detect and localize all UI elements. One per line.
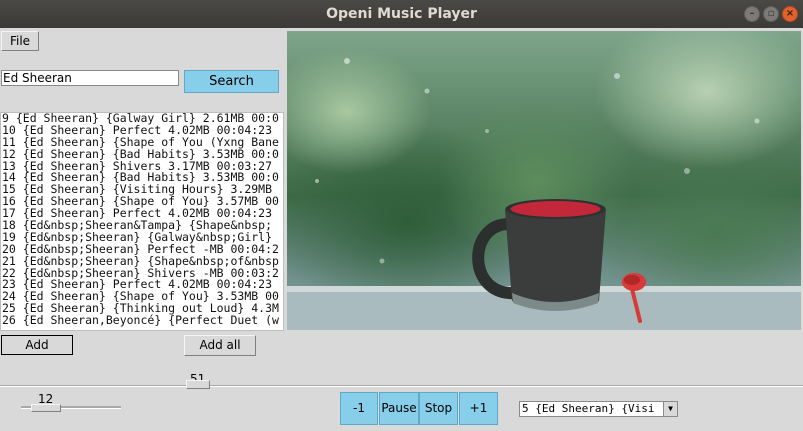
progress-slider-handle[interactable] [186,380,210,389]
add-button[interactable]: Add [1,335,73,355]
search-input[interactable]: Ed Sheeran [1,70,179,86]
file-menu-button[interactable]: File [1,31,39,51]
search-button[interactable]: Search [184,70,279,93]
volume-slider-handle[interactable] [31,404,61,412]
rainy-cup-illustration [287,58,801,330]
close-icon[interactable]: × [782,6,798,22]
minimize-icon[interactable]: – [744,6,760,22]
window-controls: – ▫ × [744,6,798,22]
now-playing-select[interactable]: 5 {Ed Sheeran} {Visi ▼ [519,401,678,417]
maximize-icon[interactable]: ▫ [763,6,779,22]
chevron-down-icon[interactable]: ▼ [663,402,677,416]
window-title: Openi Music Player [326,6,477,22]
add-all-button[interactable]: Add all [184,335,256,356]
previous-button[interactable]: -1 [340,392,378,425]
now-playing-value: 5 {Ed Sheeran} {Visi [522,402,655,415]
next-button[interactable]: +1 [459,392,498,425]
playlist-listbox[interactable]: 9 {Ed Sheeran} {Galway Girl} 2.61MB 00:0… [0,112,284,331]
album-art-image [287,31,801,330]
title-bar: Openi Music Player – ▫ × [0,0,803,28]
stop-button[interactable]: Stop [419,392,458,425]
pause-button[interactable]: Pause [379,392,419,425]
list-item[interactable]: 26 {Ed Sheeran,Beyoncé} {Perfect Duet (w [1,314,283,327]
progress-slider[interactable] [0,385,803,387]
